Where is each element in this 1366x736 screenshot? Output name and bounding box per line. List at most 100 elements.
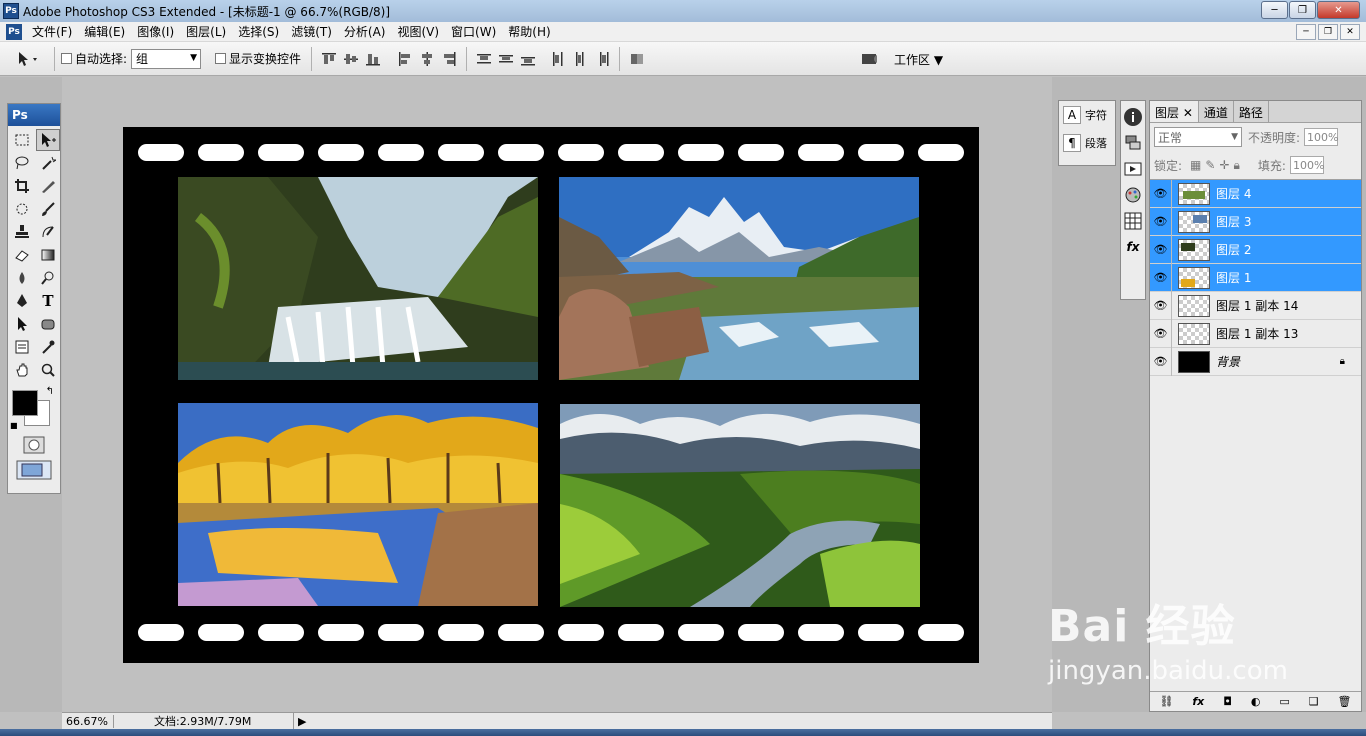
distribute-left-icon[interactable] <box>550 51 566 67</box>
menu-filter[interactable]: 滤镜(T) <box>285 23 338 40</box>
layer-comps-icon[interactable] <box>1123 133 1143 153</box>
visibility-eye-icon[interactable]: 👁︎ <box>1150 179 1172 208</box>
move-tool-preset-icon[interactable] <box>8 46 48 72</box>
align-left-icon[interactable] <box>397 51 413 67</box>
layer-row[interactable]: 👁︎ 图层 2 <box>1150 235 1361 264</box>
layer-mask-icon[interactable]: ◘ <box>1223 695 1232 708</box>
healing-brush-tool-icon[interactable] <box>10 198 34 220</box>
notes-tool-icon[interactable] <box>10 336 34 358</box>
status-menu-arrow-icon[interactable]: ▶ <box>298 715 306 728</box>
zoom-tool-icon[interactable] <box>36 359 60 381</box>
styles-icon[interactable] <box>1123 185 1143 205</box>
zoom-level[interactable]: 66.67% <box>62 714 114 728</box>
lock-position-icon[interactable]: ✛ <box>1219 158 1229 172</box>
adjustment-layer-icon[interactable]: ◐ <box>1251 695 1261 708</box>
dodge-tool-icon[interactable] <box>36 267 60 289</box>
fill-input[interactable]: 100% <box>1289 156 1324 174</box>
layer-row[interactable]: 👁︎ 背景 🔒︎ <box>1150 347 1361 376</box>
info-icon[interactable] <box>1123 107 1143 127</box>
menu-file[interactable]: 文件(F) <box>26 23 78 40</box>
new-layer-icon[interactable]: ❑ <box>1309 695 1319 708</box>
bridge-icon[interactable] <box>861 51 877 67</box>
document-icon[interactable]: Ps <box>6 23 22 40</box>
blur-tool-icon[interactable] <box>10 267 34 289</box>
lasso-tool-icon[interactable] <box>10 152 34 174</box>
crop-tool-icon[interactable] <box>10 175 34 197</box>
menu-view[interactable]: 视图(V) <box>391 23 445 40</box>
tab-channels[interactable]: 通道 <box>1199 101 1234 122</box>
menu-window[interactable]: 窗口(W) <box>445 23 502 40</box>
align-top-icon[interactable] <box>321 51 337 67</box>
menu-layer[interactable]: 图层(L) <box>180 23 232 40</box>
doc-restore-button[interactable]: ❐ <box>1318 24 1338 40</box>
eraser-tool-icon[interactable] <box>10 244 34 266</box>
visibility-eye-icon[interactable]: 👁︎ <box>1150 319 1172 348</box>
align-bottom-icon[interactable] <box>365 51 381 67</box>
visibility-eye-icon[interactable]: 👁︎ <box>1150 235 1172 264</box>
close-button[interactable]: ✕ <box>1317 1 1360 19</box>
layer-row[interactable]: 👁︎ 图层 1 副本 13 <box>1150 319 1361 348</box>
screen-mode-button[interactable] <box>8 460 60 480</box>
type-tool-icon[interactable]: T <box>36 290 60 312</box>
eyedropper-tool-icon[interactable] <box>36 336 60 358</box>
move-tool-icon[interactable] <box>36 129 60 151</box>
menu-select[interactable]: 选择(S) <box>232 23 285 40</box>
menu-analysis[interactable]: 分析(A) <box>338 23 392 40</box>
align-right-icon[interactable] <box>441 51 457 67</box>
layer-row[interactable]: 👁︎ 图层 3 <box>1150 207 1361 236</box>
menu-image[interactable]: 图像(I) <box>131 23 180 40</box>
layer-row[interactable]: 👁︎ 图层 1 <box>1150 263 1361 292</box>
maximize-button[interactable]: ❐ <box>1289 1 1316 19</box>
layer-row[interactable]: 👁︎ 图层 4 <box>1150 179 1361 208</box>
quick-mask-button[interactable] <box>8 436 60 454</box>
visibility-eye-icon[interactable]: 👁︎ <box>1150 207 1172 236</box>
swatches-icon[interactable] <box>1123 211 1143 231</box>
swap-colors-icon[interactable]: ↰ <box>46 386 54 397</box>
visibility-eye-icon[interactable]: 👁︎ <box>1150 347 1172 376</box>
delete-layer-icon[interactable]: 🗑︎ <box>1338 695 1352 708</box>
distribute-right-icon[interactable] <box>594 51 610 67</box>
link-layers-icon[interactable]: ⛓ <box>1159 695 1173 708</box>
opacity-input[interactable]: 100% <box>1304 128 1339 146</box>
minimize-button[interactable]: ─ <box>1261 1 1288 19</box>
lock-image-icon[interactable]: ✎ <box>1205 158 1215 172</box>
align-vcenter-icon[interactable] <box>343 51 359 67</box>
layer-style-icon[interactable]: fx <box>1192 695 1204 708</box>
tab-paths[interactable]: 路径 <box>1234 101 1269 122</box>
path-selection-tool-icon[interactable] <box>10 313 34 335</box>
menu-edit[interactable]: 编辑(E) <box>78 23 131 40</box>
shape-tool-icon[interactable] <box>36 313 60 335</box>
tab-layers[interactable]: 图层 ✕ <box>1150 101 1199 122</box>
marquee-tool-icon[interactable] <box>10 129 34 151</box>
doc-minimize-button[interactable]: ─ <box>1296 24 1316 40</box>
brush-tool-icon[interactable] <box>36 198 60 220</box>
history-brush-tool-icon[interactable] <box>36 221 60 243</box>
workspace-button[interactable]: 工作区 ▼ <box>894 51 943 68</box>
gradient-tool-icon[interactable] <box>36 244 60 266</box>
pen-tool-icon[interactable] <box>10 290 34 312</box>
lock-all-icon[interactable]: 🔒︎ <box>1234 158 1240 173</box>
doc-close-button[interactable]: ✕ <box>1340 24 1360 40</box>
auto-select-checkbox[interactable] <box>61 53 72 64</box>
show-transform-checkbox[interactable] <box>215 53 227 64</box>
menu-help[interactable]: 帮助(H) <box>502 23 556 40</box>
layer-row[interactable]: 👁︎ 图层 1 副本 14 <box>1150 291 1361 320</box>
hand-tool-icon[interactable] <box>10 359 34 381</box>
paragraph-panel-button[interactable]: ¶ 段落 <box>1059 129 1115 157</box>
fx-icon[interactable]: fx <box>1123 237 1143 257</box>
document-canvas[interactable] <box>123 127 979 663</box>
slice-tool-icon[interactable] <box>36 175 60 197</box>
default-colors-icon[interactable]: ■ <box>10 421 18 430</box>
new-group-icon[interactable]: ▭ <box>1279 695 1289 708</box>
blend-mode-dropdown[interactable]: 正常 ▼ <box>1154 127 1242 147</box>
clone-stamp-tool-icon[interactable] <box>10 221 34 243</box>
visibility-eye-icon[interactable]: 👁︎ <box>1150 263 1172 292</box>
auto-select-dropdown[interactable]: 组 ▼ <box>131 48 202 69</box>
auto-align-icon[interactable] <box>629 51 645 67</box>
character-panel-button[interactable]: A 字符 <box>1059 101 1115 129</box>
distribute-bottom-icon[interactable] <box>520 51 536 67</box>
actions-icon[interactable] <box>1123 159 1143 179</box>
lock-transparent-icon[interactable]: ▦ <box>1190 158 1201 172</box>
magic-wand-tool-icon[interactable] <box>36 152 60 174</box>
distribute-top-icon[interactable] <box>476 51 492 67</box>
